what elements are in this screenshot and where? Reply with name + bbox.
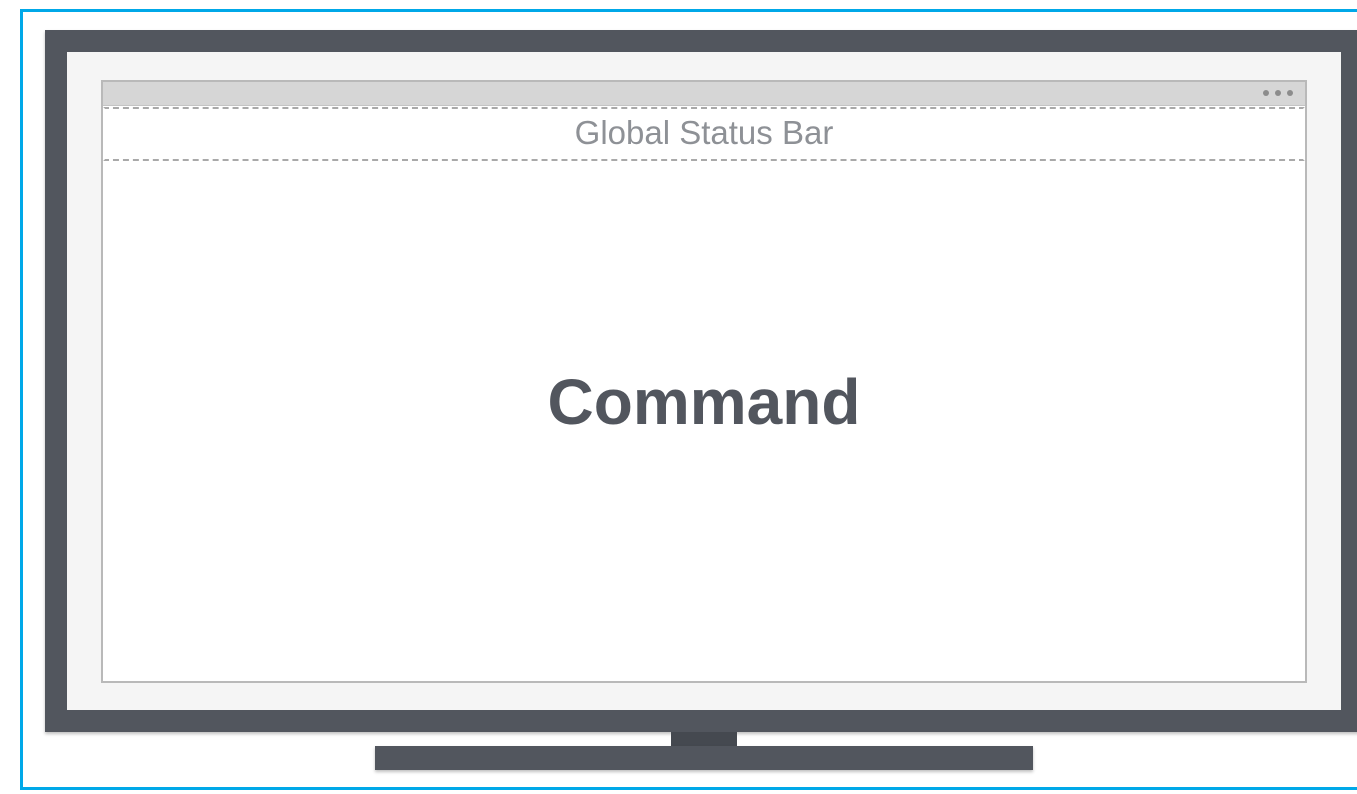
global-status-bar: Global Status Bar	[103, 107, 1305, 161]
window-titlebar	[103, 82, 1305, 106]
monitor-neck	[671, 732, 737, 746]
dot	[1263, 90, 1269, 96]
more-dots-icon[interactable]	[1263, 90, 1293, 96]
dot	[1275, 90, 1281, 96]
monitor-stand	[375, 746, 1033, 770]
app-window: Global Status Bar Command	[101, 80, 1307, 683]
command-area: Command	[547, 366, 861, 438]
dot	[1287, 90, 1293, 96]
